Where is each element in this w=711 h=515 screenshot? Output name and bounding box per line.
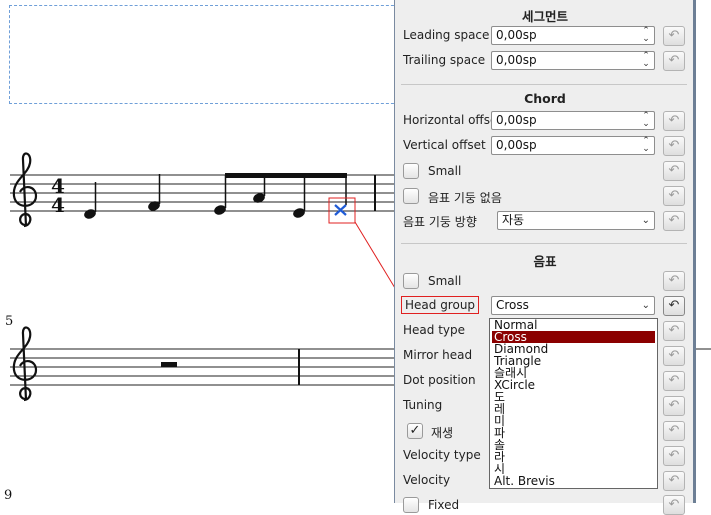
trailing-space-label: Trailing space <box>403 53 486 67</box>
stem-direction-select[interactable]: 자동 ⌄ <box>497 211 655 230</box>
spin-arrows-icon[interactable]: ⌃ ⌄ <box>641 52 651 69</box>
velocity-type-label: Velocity type <box>403 448 481 462</box>
note-small-checkbox[interactable] <box>403 273 419 289</box>
fixed-checkbox[interactable] <box>403 497 419 513</box>
vertical-offset-spinbox[interactable]: 0,00sp ⌃ ⌄ <box>491 136 655 155</box>
chord-small-checkbox[interactable] <box>403 163 419 179</box>
head-group-option[interactable]: 미 <box>490 415 657 427</box>
chord-small-label: Small <box>428 164 462 178</box>
note-small-label: Small <box>428 274 462 288</box>
chevron-down-icon: ⌄ <box>641 300 650 311</box>
reset-head-group-button[interactable]: ↶ <box>663 296 685 316</box>
spin-arrows-icon[interactable]: ⌃ ⌄ <box>641 27 651 44</box>
separator <box>401 84 687 85</box>
head-group-label: Head group <box>401 296 480 314</box>
note-6-cross-head <box>334 204 347 216</box>
head-group-option[interactable]: 도 <box>490 391 657 403</box>
head-group-option[interactable]: 파 <box>490 427 657 439</box>
vertical-offset-label: Vertical offset <box>403 138 486 152</box>
leading-space-spinbox[interactable]: 0,00sp ⌃ ⌄ <box>491 26 655 45</box>
reset-trailing-button[interactable]: ↶ <box>663 51 685 71</box>
reset-leading-button[interactable]: ↶ <box>663 26 685 46</box>
chord-section-title: Chord <box>524 91 566 106</box>
chevron-down-icon: ⌄ <box>641 215 650 226</box>
segment-section-title: 세그먼트 <box>521 9 568 24</box>
note-section-title: 음표 <box>533 254 557 269</box>
reset-tuning-button[interactable]: ↶ <box>663 396 685 416</box>
head-group-select[interactable]: Cross ⌄ <box>491 296 655 315</box>
reset-head-type-button[interactable]: ↶ <box>663 321 685 341</box>
velocity-label: Velocity <box>403 473 451 487</box>
head-group-option[interactable]: XCircle <box>490 379 657 391</box>
reset-hoffset-button[interactable]: ↶ <box>663 111 685 131</box>
trailing-space-spinbox[interactable]: 0,00sp ⌃ ⌄ <box>491 51 655 70</box>
reset-stem-direction-button[interactable]: ↶ <box>663 211 685 231</box>
tuning-label: Tuning <box>403 398 443 412</box>
reset-mirror-head-button[interactable]: ↶ <box>663 346 685 366</box>
reset-voffset-button[interactable]: ↶ <box>663 136 685 156</box>
spin-arrows-icon[interactable]: ⌃ ⌄ <box>641 137 651 154</box>
head-type-label: Head type <box>403 323 465 337</box>
reset-no-stem-button[interactable]: ↶ <box>663 186 685 206</box>
treble-clef-icon <box>12 152 38 228</box>
beam <box>225 173 347 178</box>
reset-velocity-button[interactable]: ↶ <box>663 471 685 491</box>
separator <box>401 243 687 244</box>
leading-space-label: Leading space <box>403 28 490 42</box>
note-4 <box>253 175 266 203</box>
fixed-label: Fixed <box>428 498 460 512</box>
note-1 <box>84 182 97 219</box>
measure-number-9: 9 <box>4 488 13 503</box>
horizontal-offset-label: Horizontal offset <box>403 113 503 127</box>
whole-rest <box>161 362 177 367</box>
head-group-option[interactable]: 솔 <box>490 439 657 451</box>
reset-dot-position-button[interactable]: ↶ <box>663 371 685 391</box>
time-sig-bottom: 4 <box>51 193 65 217</box>
dot-position-label: Dot position <box>403 373 476 387</box>
reset-chord-small-button[interactable]: ↶ <box>663 161 685 181</box>
reset-velocity-type-button[interactable]: ↶ <box>663 446 685 466</box>
treble-clef-icon-2 <box>12 326 38 402</box>
head-group-option[interactable]: 라 <box>490 451 657 463</box>
no-stem-label: 음표 기둥 없음 <box>428 191 502 205</box>
head-group-option[interactable]: 레 <box>490 403 657 415</box>
spin-arrows-icon[interactable]: ⌃ ⌄ <box>641 112 651 129</box>
note-3 <box>214 175 227 215</box>
horizontal-offset-spinbox[interactable]: 0,00sp ⌃ ⌄ <box>491 111 655 130</box>
staff-system-2 <box>10 348 394 386</box>
checkmark-icon: ✓ <box>409 423 421 438</box>
reset-note-small-button[interactable]: ↶ <box>663 271 685 291</box>
measure-number-5: 5 <box>5 314 14 329</box>
head-group-option[interactable]: Alt. Brevis <box>490 475 657 487</box>
reset-fixed-button[interactable]: ↶ <box>663 495 685 515</box>
play-checkbox[interactable]: ✓ <box>407 423 423 439</box>
mirror-head-label: Mirror head <box>403 348 473 362</box>
play-label: 재생 <box>431 426 454 440</box>
stem-direction-label: 음표 기둥 방향 <box>403 215 477 229</box>
head-group-dropdown-list[interactable]: Normal Cross Diamond Triangle 슬래시 XCircle 도 레 미 파… <box>489 318 658 489</box>
no-stem-checkbox[interactable] <box>403 188 419 204</box>
note-5 <box>293 175 306 218</box>
reset-play-button[interactable]: ↶ <box>663 421 685 441</box>
